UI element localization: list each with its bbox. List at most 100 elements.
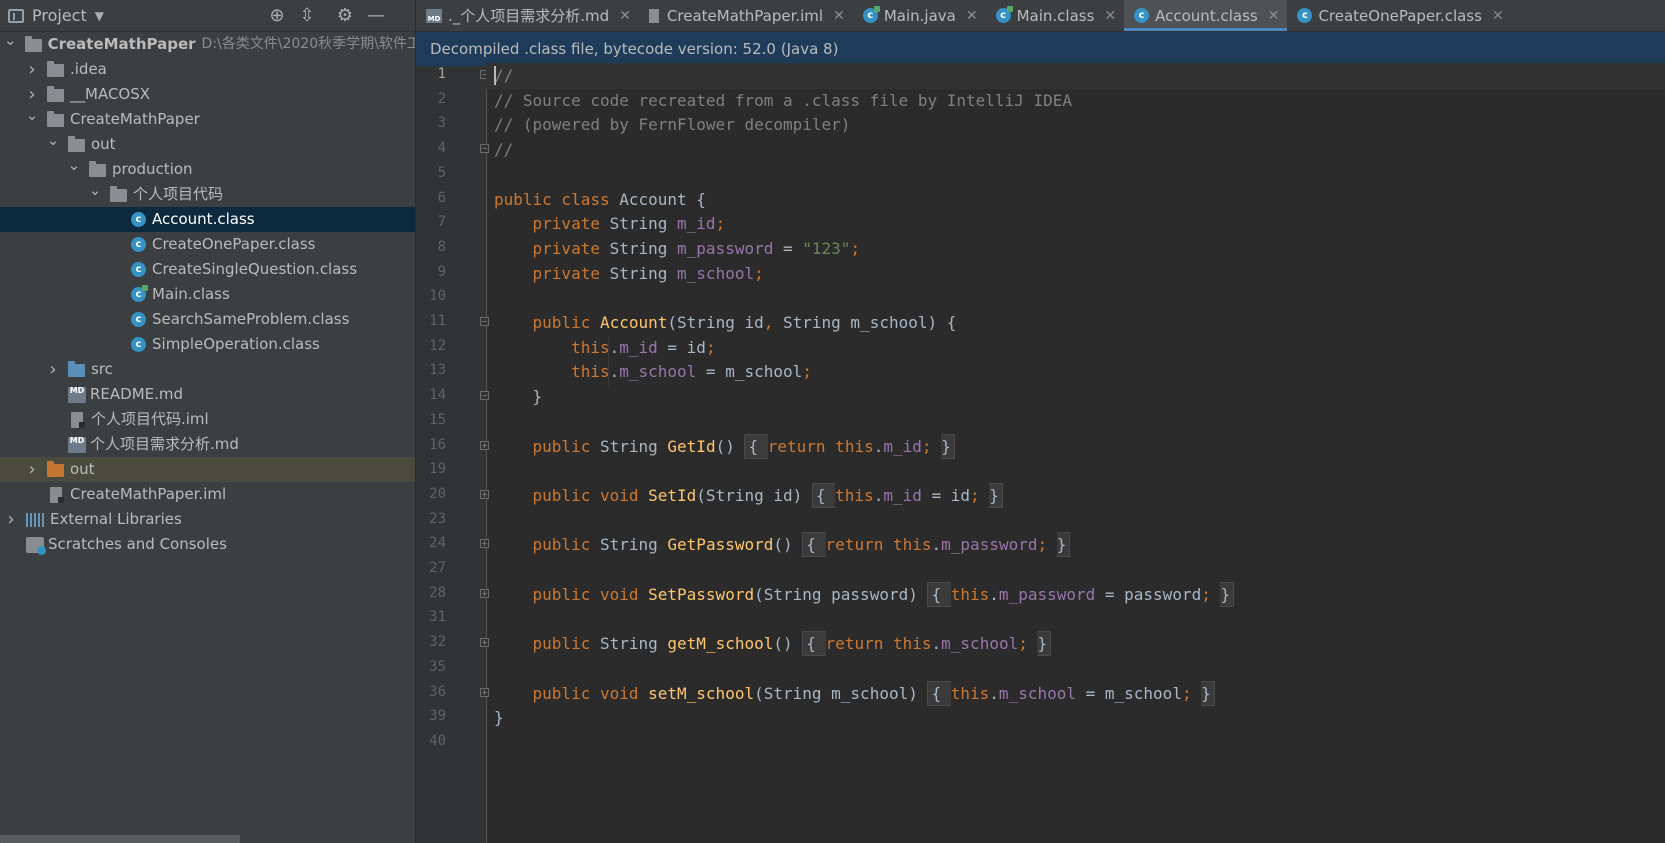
code-token: getM_school <box>667 634 774 654</box>
tree-item-label: 个人项目代码.iml <box>91 410 209 428</box>
folded-brace: } <box>1201 680 1215 706</box>
collapse-all-icon[interactable]: ⇳ <box>295 4 319 26</box>
code-token: () <box>773 535 803 555</box>
tree-item-label: out <box>70 460 95 478</box>
tree-item[interactable]: ›MDREADME.md <box>0 382 415 407</box>
tree-item[interactable]: ⌄ CreateMathPaper D:\各类文件\2020秋季学期\软件工 <box>0 31 415 57</box>
tree-item[interactable]: ⌄ production <box>0 156 415 182</box>
editor-tabs: MD ._个人项目需求分析.md ✕ CreateMathPaper.iml ✕ c Mai… <box>416 0 1665 32</box>
tree-item[interactable]: ›CreateMathPaper.iml <box>0 482 415 507</box>
close-icon[interactable]: ✕ <box>1268 8 1280 24</box>
line-number: 15 <box>429 411 446 428</box>
tree-item[interactable]: ›个人项目代码.iml <box>0 407 415 432</box>
editor-tab-label: CreateMathPaper.iml <box>666 6 824 25</box>
chevron-down-icon[interactable]: ▼ <box>95 9 104 23</box>
tree-item[interactable]: ›cCreateSingleQuestion.class <box>0 257 415 282</box>
runnable-class-icon: c <box>862 6 880 23</box>
editor-tab[interactable]: c Main.class ✕ <box>986 0 1125 31</box>
fold-expand-icon[interactable]: + <box>480 638 489 648</box>
editor-tab[interactable]: c CreateOnePaper.class ✕ <box>1287 0 1511 31</box>
tree-item[interactable]: ›cMain.class <box>0 282 415 307</box>
editor-tab[interactable]: CreateMathPaper.iml ✕ <box>639 0 853 31</box>
fold-collapse-icon[interactable]: − <box>480 391 489 401</box>
code-token: // <box>494 66 514 85</box>
runnable-class-icon: c <box>131 285 148 302</box>
code-token: public void <box>494 683 649 703</box>
fold-collapse-icon[interactable]: − <box>480 144 489 154</box>
iml-file-icon <box>50 486 64 503</box>
chevron-down-icon[interactable]: ⌄ <box>25 103 39 128</box>
chevron-down-icon[interactable]: ⌄ <box>4 28 17 53</box>
chevron-down-icon[interactable]: ⌄ <box>88 178 102 203</box>
code-token: () <box>715 436 745 456</box>
tree-item[interactable]: › External Libraries <box>0 507 415 532</box>
chevron-right-icon[interactable]: › <box>46 357 60 382</box>
tree-item[interactable]: › out <box>0 457 415 482</box>
fold-expand-icon[interactable]: + <box>480 588 489 598</box>
tree-item[interactable]: ›Scratches and Consoles <box>0 532 415 557</box>
horizontal-scrollbar[interactable] <box>0 835 240 843</box>
code-token: setM_school <box>648 683 755 703</box>
line-number: 39 <box>429 708 446 725</box>
tree-item[interactable]: ⌄ 个人项目代码 <box>0 181 415 207</box>
code-token: m_id <box>619 337 658 357</box>
tree-item-label: src <box>91 360 113 378</box>
chevron-right-icon[interactable]: › <box>25 457 39 482</box>
tree-item[interactable]: ⌄ out <box>0 131 415 157</box>
code-token: . <box>989 683 999 703</box>
editor-tab[interactable]: MD ._个人项目需求分析.md ✕ <box>416 0 639 31</box>
project-panel-header[interactable]: Project ▼ ⊕ ⇳ ⚙ — <box>0 0 415 32</box>
close-icon[interactable]: ✕ <box>833 8 845 24</box>
tree-item[interactable]: ⌄ CreateMathPaper <box>0 106 415 132</box>
gear-icon[interactable]: ⚙ <box>333 4 357 26</box>
tree-item[interactable]: ›cSearchSameProblem.class <box>0 307 415 332</box>
chevron-right-icon[interactable]: › <box>25 57 39 82</box>
code-token: public <box>494 436 600 456</box>
code-token: m_school <box>619 362 697 382</box>
code-line: } <box>494 384 543 410</box>
code-line: // <box>486 63 1665 89</box>
fold-expand-icon[interactable]: + <box>480 687 489 697</box>
chevron-down-icon[interactable]: ⌄ <box>46 128 60 153</box>
code-token: ; <box>850 238 861 258</box>
fold-expand-icon[interactable]: + <box>480 489 489 499</box>
close-icon[interactable]: ✕ <box>1104 8 1116 24</box>
folder-icon <box>47 86 64 102</box>
module-folder-icon <box>24 36 42 52</box>
code-token: String <box>599 634 668 654</box>
code-line: // <box>494 137 513 163</box>
fold-expand-icon[interactable]: + <box>480 440 489 450</box>
code-line: // (powered by FernFlower decompiler) <box>494 112 850 138</box>
class-icon: c <box>131 212 146 227</box>
tree-item[interactable]: ›MD个人项目需求分析.md <box>0 432 415 457</box>
tree-item[interactable]: ›cCreateOnePaper.class <box>0 232 415 257</box>
fold-expand-icon[interactable]: + <box>480 539 489 549</box>
code-editor[interactable]: 1−2 3 4−5 6 7 8 9 10 11−12 13 14−15 16 +19 20 +23 24 +27… <box>416 63 1665 843</box>
scratches-icon <box>26 536 46 555</box>
close-icon[interactable]: ✕ <box>966 8 978 24</box>
tree-item[interactable]: › .idea <box>0 57 415 82</box>
code-token: . <box>873 485 884 505</box>
tree-item[interactable]: ›cSimpleOperation.class <box>0 332 415 357</box>
code-area[interactable]: // // Source code recreated from a .class… <box>486 63 1665 843</box>
editor-tab[interactable]: c Main.java ✕ <box>853 0 986 31</box>
locate-icon[interactable]: ⊕ <box>265 4 289 26</box>
chevron-down-icon[interactable]: ⌄ <box>67 153 81 178</box>
code-token: ; <box>1181 683 1202 703</box>
chevron-right-icon[interactable]: › <box>4 507 18 532</box>
code-token: ; <box>802 362 812 382</box>
code-line: public class Account { <box>494 187 706 213</box>
project-icon <box>8 8 24 23</box>
fold-collapse-icon[interactable]: − <box>480 317 489 326</box>
code-token: GetPassword <box>667 535 774 555</box>
close-icon[interactable]: ✕ <box>619 8 631 24</box>
tree-item[interactable]: ›cAccount.class <box>0 207 415 232</box>
tree-item[interactable]: › src <box>0 357 415 382</box>
close-icon[interactable]: ✕ <box>1492 8 1504 24</box>
folded-brace: { <box>811 482 836 508</box>
editor-tab[interactable]: c Account.class ✕ <box>1124 0 1288 31</box>
code-token: public <box>494 535 600 555</box>
hide-panel-icon[interactable]: — <box>364 4 388 26</box>
tree-item[interactable]: › __MACOSX <box>0 82 415 107</box>
code-token: Account <box>599 313 668 332</box>
